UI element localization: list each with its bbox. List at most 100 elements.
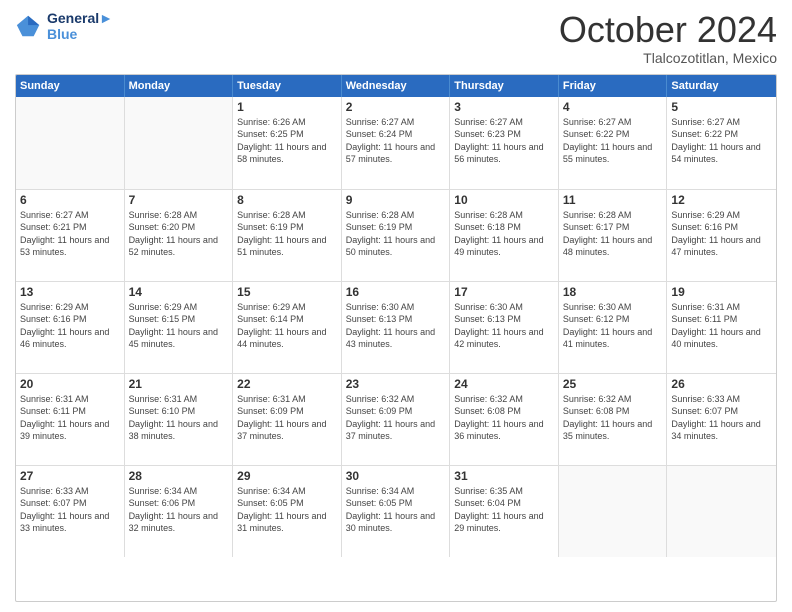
day-number: 7 bbox=[129, 193, 229, 207]
day-number: 8 bbox=[237, 193, 337, 207]
table-row: 30 Sunrise: 6:34 AMSunset: 6:05 PMDayligh… bbox=[342, 466, 451, 557]
logo-icon bbox=[15, 12, 43, 40]
table-row bbox=[667, 466, 776, 557]
table-row: 26 Sunrise: 6:33 AMSunset: 6:07 PMDayligh… bbox=[667, 374, 776, 465]
day-number: 13 bbox=[20, 285, 120, 299]
day-info: Sunrise: 6:32 AMSunset: 6:08 PMDaylight:… bbox=[454, 393, 554, 443]
table-row: 31 Sunrise: 6:35 AMSunset: 6:04 PMDayligh… bbox=[450, 466, 559, 557]
month-title: October 2024 bbox=[559, 10, 777, 50]
table-row: 23 Sunrise: 6:32 AMSunset: 6:09 PMDayligh… bbox=[342, 374, 451, 465]
day-number: 29 bbox=[237, 469, 337, 483]
day-info: Sunrise: 6:28 AMSunset: 6:19 PMDaylight:… bbox=[346, 209, 446, 259]
day-number: 27 bbox=[20, 469, 120, 483]
day-number: 18 bbox=[563, 285, 663, 299]
day-number: 5 bbox=[671, 100, 772, 114]
cal-row-4: 20 Sunrise: 6:31 AMSunset: 6:11 PMDayligh… bbox=[16, 373, 776, 465]
day-info: Sunrise: 6:31 AMSunset: 6:09 PMDaylight:… bbox=[237, 393, 337, 443]
table-row: 12 Sunrise: 6:29 AMSunset: 6:16 PMDayligh… bbox=[667, 190, 776, 281]
day-number: 16 bbox=[346, 285, 446, 299]
day-info: Sunrise: 6:27 AMSunset: 6:22 PMDaylight:… bbox=[563, 116, 663, 166]
table-row: 21Sunrise: 6:31 AMSunset: 6:10 PMDayligh… bbox=[125, 374, 234, 465]
table-row bbox=[125, 97, 234, 189]
day-number: 15 bbox=[237, 285, 337, 299]
day-info: Sunrise: 6:31 AMSunset: 6:11 PMDaylight:… bbox=[671, 301, 772, 351]
table-row bbox=[559, 466, 668, 557]
day-number: 22 bbox=[237, 377, 337, 391]
header-sunday: Sunday bbox=[16, 75, 125, 97]
day-info: Sunrise: 6:29 AMSunset: 6:16 PMDaylight:… bbox=[671, 209, 772, 259]
day-number: 25 bbox=[563, 377, 663, 391]
day-info: Sunrise: 6:30 AMSunset: 6:13 PMDaylight:… bbox=[346, 301, 446, 351]
cal-row-2: 6 Sunrise: 6:27 AMSunset: 6:21 PMDaylight… bbox=[16, 189, 776, 281]
logo: General► Blue bbox=[15, 10, 113, 42]
page: General► Blue October 2024 Tlalcozotitla… bbox=[0, 0, 792, 612]
day-number: 12 bbox=[671, 193, 772, 207]
table-row: 24 Sunrise: 6:32 AMSunset: 6:08 PMDayligh… bbox=[450, 374, 559, 465]
day-info: Sunrise: 6:31 AMSunset: 6:10 PMDaylight:… bbox=[129, 393, 229, 443]
table-row: 10 Sunrise: 6:28 AMSunset: 6:18 PMDayligh… bbox=[450, 190, 559, 281]
table-row: 8Sunrise: 6:28 AMSunset: 6:19 PMDaylight… bbox=[233, 190, 342, 281]
table-row: 3Sunrise: 6:27 AMSunset: 6:23 PMDaylight… bbox=[450, 97, 559, 189]
day-number: 20 bbox=[20, 377, 120, 391]
day-info: Sunrise: 6:29 AMSunset: 6:16 PMDaylight:… bbox=[20, 301, 120, 351]
cal-row-5: 27 Sunrise: 6:33 AMSunset: 6:07 PMDayligh… bbox=[16, 465, 776, 557]
day-info: Sunrise: 6:30 AMSunset: 6:12 PMDaylight:… bbox=[563, 301, 663, 351]
location: Tlalcozotitlan, Mexico bbox=[559, 50, 777, 66]
day-number: 30 bbox=[346, 469, 446, 483]
day-number: 24 bbox=[454, 377, 554, 391]
logo-text: General► Blue bbox=[47, 10, 113, 42]
header-tuesday: Tuesday bbox=[233, 75, 342, 97]
table-row: 2 Sunrise: 6:27 AMSunset: 6:24 PMDaylight… bbox=[342, 97, 451, 189]
day-info: Sunrise: 6:32 AMSunset: 6:08 PMDaylight:… bbox=[563, 393, 663, 443]
day-number: 26 bbox=[671, 377, 772, 391]
day-number: 10 bbox=[454, 193, 554, 207]
header-thursday: Thursday bbox=[450, 75, 559, 97]
day-info: Sunrise: 6:28 AMSunset: 6:18 PMDaylight:… bbox=[454, 209, 554, 259]
table-row: 19 Sunrise: 6:31 AMSunset: 6:11 PMDayligh… bbox=[667, 282, 776, 373]
table-row: 11 Sunrise: 6:28 AMSunset: 6:17 PMDayligh… bbox=[559, 190, 668, 281]
day-info: Sunrise: 6:33 AMSunset: 6:07 PMDaylight:… bbox=[20, 485, 120, 535]
day-info: Sunrise: 6:27 AMSunset: 6:22 PMDaylight:… bbox=[671, 116, 772, 166]
day-info: Sunrise: 6:32 AMSunset: 6:09 PMDaylight:… bbox=[346, 393, 446, 443]
calendar-header: Sunday Monday Tuesday Wednesday Thursday… bbox=[16, 75, 776, 97]
table-row: 25 Sunrise: 6:32 AMSunset: 6:08 PMDayligh… bbox=[559, 374, 668, 465]
day-info: Sunrise: 6:28 AMSunset: 6:17 PMDaylight:… bbox=[563, 209, 663, 259]
day-number: 4 bbox=[563, 100, 663, 114]
table-row: 9Sunrise: 6:28 AMSunset: 6:19 PMDaylight… bbox=[342, 190, 451, 281]
table-row: 22 Sunrise: 6:31 AMSunset: 6:09 PMDayligh… bbox=[233, 374, 342, 465]
table-row: 5 Sunrise: 6:27 AMSunset: 6:22 PMDaylight… bbox=[667, 97, 776, 189]
day-info: Sunrise: 6:33 AMSunset: 6:07 PMDaylight:… bbox=[671, 393, 772, 443]
day-number: 17 bbox=[454, 285, 554, 299]
table-row: 6 Sunrise: 6:27 AMSunset: 6:21 PMDaylight… bbox=[16, 190, 125, 281]
day-info: Sunrise: 6:35 AMSunset: 6:04 PMDaylight:… bbox=[454, 485, 554, 535]
header-saturday: Saturday bbox=[667, 75, 776, 97]
day-number: 11 bbox=[563, 193, 663, 207]
day-number: 3 bbox=[454, 100, 554, 114]
calendar: Sunday Monday Tuesday Wednesday Thursday… bbox=[15, 74, 777, 602]
table-row: 15Sunrise: 6:29 AMSunset: 6:14 PMDayligh… bbox=[233, 282, 342, 373]
table-row: 18 Sunrise: 6:30 AMSunset: 6:12 PMDayligh… bbox=[559, 282, 668, 373]
day-info: Sunrise: 6:34 AMSunset: 6:05 PMDaylight:… bbox=[346, 485, 446, 535]
calendar-body: 1Sunrise: 6:26 AMSunset: 6:25 PMDaylight… bbox=[16, 97, 776, 557]
table-row: 28Sunrise: 6:34 AMSunset: 6:06 PMDayligh… bbox=[125, 466, 234, 557]
table-row: 4 Sunrise: 6:27 AMSunset: 6:22 PMDaylight… bbox=[559, 97, 668, 189]
day-info: Sunrise: 6:34 AMSunset: 6:05 PMDaylight:… bbox=[237, 485, 337, 535]
day-number: 31 bbox=[454, 469, 554, 483]
cal-row-1: 1Sunrise: 6:26 AMSunset: 6:25 PMDaylight… bbox=[16, 97, 776, 189]
day-number: 19 bbox=[671, 285, 772, 299]
day-info: Sunrise: 6:27 AMSunset: 6:21 PMDaylight:… bbox=[20, 209, 120, 259]
table-row: 1Sunrise: 6:26 AMSunset: 6:25 PMDaylight… bbox=[233, 97, 342, 189]
day-info: Sunrise: 6:30 AMSunset: 6:13 PMDaylight:… bbox=[454, 301, 554, 351]
day-number: 23 bbox=[346, 377, 446, 391]
day-number: 1 bbox=[237, 100, 337, 114]
day-number: 6 bbox=[20, 193, 120, 207]
table-row: 27 Sunrise: 6:33 AMSunset: 6:07 PMDayligh… bbox=[16, 466, 125, 557]
day-number: 2 bbox=[346, 100, 446, 114]
day-info: Sunrise: 6:27 AMSunset: 6:24 PMDaylight:… bbox=[346, 116, 446, 166]
cal-row-3: 13 Sunrise: 6:29 AMSunset: 6:16 PMDayligh… bbox=[16, 281, 776, 373]
day-info: Sunrise: 6:34 AMSunset: 6:06 PMDaylight:… bbox=[129, 485, 229, 535]
table-row: 13 Sunrise: 6:29 AMSunset: 6:16 PMDayligh… bbox=[16, 282, 125, 373]
table-row bbox=[16, 97, 125, 189]
day-info: Sunrise: 6:31 AMSunset: 6:11 PMDaylight:… bbox=[20, 393, 120, 443]
header-friday: Friday bbox=[559, 75, 668, 97]
